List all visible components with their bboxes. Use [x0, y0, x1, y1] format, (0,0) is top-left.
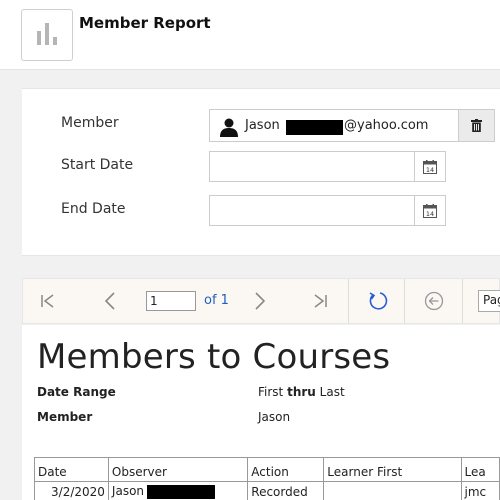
member-label: Member	[61, 115, 119, 131]
date-range-value: First thru Last	[258, 385, 345, 399]
report-viewer-toolbar: of 1 Pag	[22, 278, 500, 324]
refresh-button[interactable]	[363, 279, 393, 323]
redacted-text	[286, 120, 343, 135]
app-header: Member Report	[0, 0, 500, 70]
column-header: Observer	[107, 457, 249, 482]
svg-text:14: 14	[426, 166, 434, 174]
report-title: Members to Courses	[37, 337, 391, 377]
table-row: 3/2/2020 Jason Recorded jmc	[34, 481, 500, 500]
data-table: Date Observer Action Learner First Lea 3…	[34, 457, 500, 500]
end-date-input[interactable]	[209, 195, 416, 226]
clear-member-button[interactable]	[459, 109, 495, 142]
page-count: of 1	[204, 293, 229, 308]
back-button[interactable]	[419, 279, 449, 323]
observer-name: Jason	[111, 484, 145, 499]
calendar-icon: 14	[423, 159, 437, 174]
report-parameters-panel: Member Jason @yahoo.com Start Date 14 En	[22, 88, 500, 256]
chevron-right-icon	[255, 292, 266, 310]
first-page-button[interactable]	[33, 279, 63, 323]
chevron-left-icon	[104, 292, 115, 310]
date-range-thru: thru	[287, 385, 316, 399]
previous-page-button[interactable]	[95, 279, 125, 323]
toolbar-divider	[462, 279, 463, 323]
last-page-button[interactable]	[305, 279, 335, 323]
date-range-label: Date Range	[37, 385, 116, 399]
table-cell: Recorded	[247, 481, 325, 500]
table-cell: Jason	[107, 481, 249, 500]
toolbar-divider	[348, 279, 349, 323]
page-title: Member Report	[79, 14, 211, 32]
member-field[interactable]: Jason @yahoo.com	[209, 109, 459, 142]
start-date-label: Start Date	[61, 157, 134, 173]
end-date-calendar-button[interactable]: 14	[414, 195, 446, 226]
table-cell: 3/2/2020	[34, 481, 109, 500]
back-arrow-icon	[424, 291, 444, 311]
table-cell: jmc	[460, 481, 500, 500]
refresh-icon	[369, 292, 388, 310]
member-email-domain: @yahoo.com	[344, 118, 429, 133]
start-date-input[interactable]	[209, 151, 416, 182]
member-label: Member	[37, 410, 93, 424]
svg-text:14: 14	[426, 210, 434, 218]
page-size-select[interactable]: Pag	[478, 290, 500, 312]
date-range-from: First	[258, 385, 284, 399]
table-header-row: Date Observer Action Learner First Lea	[34, 457, 500, 482]
column-header: Learner First	[323, 457, 462, 482]
toolbar-divider	[404, 279, 405, 323]
member-value: Jason	[258, 410, 291, 424]
next-page-button[interactable]	[245, 279, 275, 323]
member-first-name: Jason	[245, 118, 280, 133]
start-date-calendar-button[interactable]: 14	[414, 151, 446, 182]
table-cell	[323, 481, 462, 500]
calendar-icon: 14	[423, 203, 437, 218]
report-body: Members to Courses Date Range First thru…	[22, 325, 500, 500]
page-number-input[interactable]	[146, 291, 196, 311]
date-range-to: Last	[319, 385, 345, 399]
column-header: Lea	[460, 457, 500, 482]
column-header: Action	[247, 457, 325, 482]
bar-chart-icon[interactable]	[21, 9, 73, 61]
end-date-label: End Date	[61, 201, 126, 217]
first-page-icon	[41, 294, 54, 308]
last-page-icon	[314, 294, 327, 308]
trash-icon	[471, 119, 482, 132]
column-header: Date	[34, 457, 109, 482]
redacted-text	[147, 484, 216, 499]
person-icon	[220, 118, 238, 137]
